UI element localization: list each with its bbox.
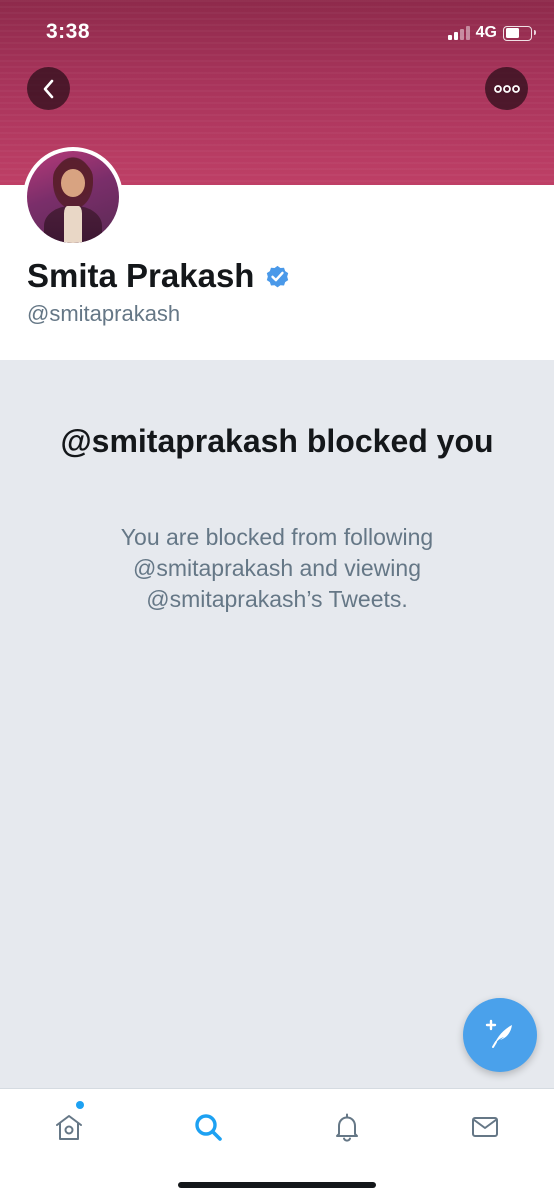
display-name: Smita Prakash [27,257,255,294]
compose-tweet-button[interactable] [463,998,537,1072]
verified-badge-icon [267,265,289,287]
bell-icon [336,1113,358,1142]
tab-home[interactable] [49,1107,89,1147]
more-horizontal-icon [493,84,520,93]
profile-handle: @smitaprakash [27,301,181,326]
display-name-row: Smita Prakash [27,257,291,295]
home-new-tweets-badge [76,1101,84,1109]
back-button[interactable] [27,67,70,110]
compose-tweet-icon [485,1019,512,1048]
more-options-button[interactable] [485,67,528,110]
tab-messages[interactable] [465,1107,505,1147]
search-icon [195,1114,222,1141]
blocked-title: @smitaprakash blocked you [60,423,494,459]
tab-notifications[interactable] [327,1107,367,1147]
status-indicators: 4G [447,22,536,44]
avatar-photo [27,151,119,243]
network-type: 4G [475,24,497,41]
tab-search[interactable] [188,1107,228,1147]
status-time: 3:38 [46,20,91,43]
cellular-signal-icon [447,26,470,40]
avatar[interactable] [23,147,123,247]
home-icon [56,1115,82,1140]
profile-screen: 3:38 4G Smita Prakash @smitaprakash @smi… [0,0,554,1200]
mail-icon [472,1117,498,1137]
home-indicator[interactable] [178,1182,376,1188]
battery-icon [503,25,536,41]
blocked-description: You are blocked from following @smitapra… [120,524,434,612]
chevron-left-icon [43,79,53,98]
